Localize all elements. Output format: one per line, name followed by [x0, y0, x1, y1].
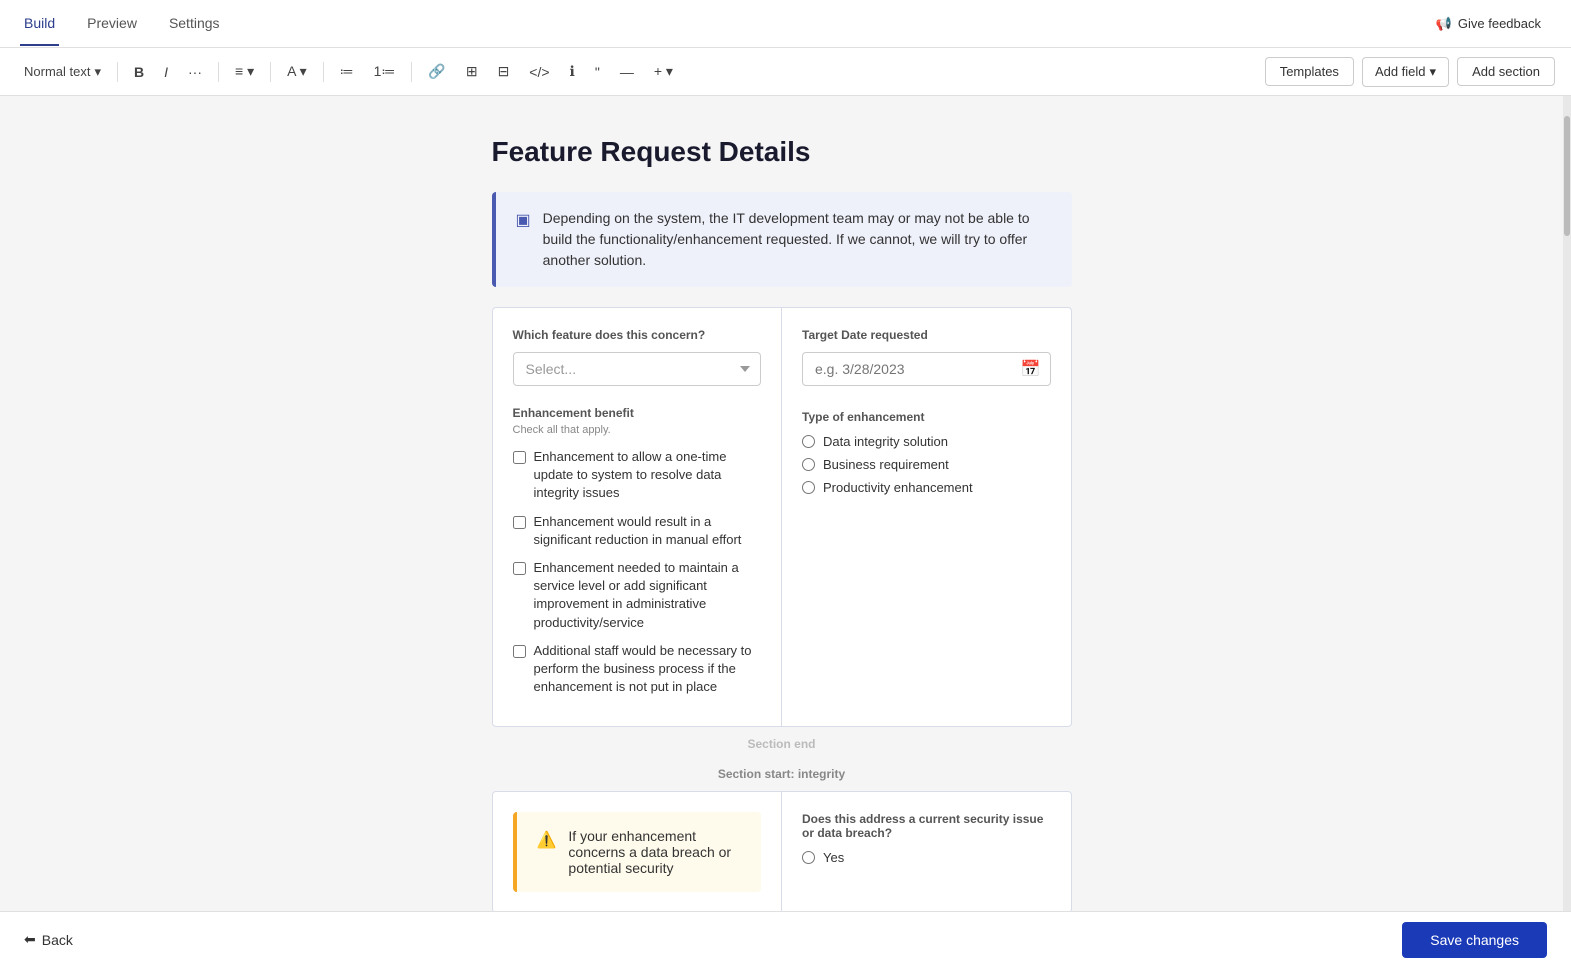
form-section: Which feature does this concern? Select.…	[492, 307, 1072, 727]
radio-item: Productivity enhancement	[802, 480, 1051, 495]
tab-build[interactable]: Build	[20, 2, 59, 46]
bullet-list-button[interactable]: ≔	[332, 58, 362, 85]
radio-yes-label[interactable]: Yes	[823, 850, 844, 865]
scroll-track[interactable]	[1563, 96, 1571, 911]
toolbar-right: Templates Add field ▾ Add section	[1265, 57, 1555, 87]
chevron-down-icon: ▾	[94, 64, 101, 80]
add-section-button[interactable]: Add section	[1457, 57, 1555, 86]
date-input[interactable]	[802, 352, 1051, 386]
text-style-dropdown[interactable]: Normal text ▾	[16, 59, 109, 85]
checkbox-label-2[interactable]: Enhancement would result in a significan…	[534, 513, 762, 549]
type-label: Type of enhancement	[802, 410, 1051, 424]
save-changes-button[interactable]: Save changes	[1402, 922, 1547, 958]
editor-area: Feature Request Details ▣ Depending on t…	[0, 96, 1563, 911]
toolbar-divider2	[218, 62, 219, 82]
checkbox-item: Enhancement needed to maintain a service…	[513, 559, 762, 632]
back-arrow-icon: ⬅	[24, 931, 36, 948]
add-field-button[interactable]: Add field ▾	[1362, 57, 1449, 87]
radio-yes: Yes	[802, 850, 1051, 865]
radio-label-3[interactable]: Productivity enhancement	[823, 480, 973, 495]
page-title: Feature Request Details	[492, 136, 1072, 168]
megaphone-icon: 📢	[1436, 16, 1452, 32]
tab-settings[interactable]: Settings	[165, 2, 224, 46]
checkbox-label-4[interactable]: Additional staff would be necessary to p…	[534, 642, 762, 697]
info-text: Depending on the system, the IT developm…	[543, 208, 1052, 271]
form-col2-left: ⚠️ If your enhancement concerns a data b…	[493, 792, 783, 911]
info-block-icon: ▣	[516, 210, 531, 230]
radio-business-req[interactable]	[802, 458, 815, 471]
radio-yes-input[interactable]	[802, 851, 815, 864]
text-color-button[interactable]: A ▾	[279, 58, 314, 85]
back-button[interactable]: ⬅ Back	[24, 931, 73, 948]
checkbox-item: Enhancement to allow a one-time update t…	[513, 448, 762, 503]
warning-block: ⚠️ If your enhancement concerns a data b…	[513, 812, 762, 892]
main-content: Feature Request Details ▣ Depending on t…	[0, 96, 1571, 911]
toolbar-divider5	[411, 62, 412, 82]
top-nav: Build Preview Settings 📢 Give feedback	[0, 0, 1571, 48]
templates-button[interactable]: Templates	[1265, 57, 1354, 86]
radio-productivity[interactable]	[802, 481, 815, 494]
feature-select[interactable]: Select...	[513, 352, 762, 386]
bottom-bar: ⬅ Back Save changes	[0, 911, 1571, 967]
form-section-2: ⚠️ If your enhancement concerns a data b…	[492, 791, 1072, 911]
checkbox-label-3[interactable]: Enhancement needed to maintain a service…	[534, 559, 762, 632]
checkbox-3[interactable]	[513, 562, 526, 575]
checkbox-2[interactable]	[513, 516, 526, 529]
align-button[interactable]: ≡ ▾	[227, 58, 262, 85]
type-section: Type of enhancement Data integrity solut…	[802, 410, 1051, 495]
radio-label-2[interactable]: Business requirement	[823, 457, 949, 472]
section-end-marker: Section end	[492, 731, 1072, 757]
radio-data-integrity[interactable]	[802, 435, 815, 448]
more-format-button[interactable]: ···	[180, 59, 210, 85]
link-button[interactable]: 🔗	[420, 58, 453, 85]
checkbox-4[interactable]	[513, 645, 526, 658]
toolbar-divider	[117, 62, 118, 82]
checkbox-1[interactable]	[513, 451, 526, 464]
toolbar-divider4	[323, 62, 324, 82]
bold-button[interactable]: B	[126, 59, 152, 85]
checkbox-item: Enhancement would result in a significan…	[513, 513, 762, 549]
checkbox-label-1[interactable]: Enhancement to allow a one-time update t…	[534, 448, 762, 503]
toolbar: Normal text ▾ B I ··· ≡ ▾ A ▾ ≔ 1≔ 🔗 ⊞ ⊟…	[0, 48, 1571, 96]
code-button[interactable]: </>	[521, 59, 557, 85]
table-button[interactable]: ⊞	[458, 58, 486, 85]
chevron-down-icon2: ▾	[1430, 64, 1437, 80]
quote-button[interactable]: "	[587, 59, 608, 85]
scroll-thumb[interactable]	[1564, 116, 1570, 236]
checkbox-item: Additional staff would be necessary to p…	[513, 642, 762, 697]
toolbar-divider3	[270, 62, 271, 82]
date-label: Target Date requested	[802, 328, 1051, 342]
form-col2-right: Does this address a current security iss…	[782, 792, 1071, 911]
benefit-label: Enhancement benefit	[513, 406, 762, 420]
date-input-wrap: 📅	[802, 352, 1051, 386]
toolbar-left: Normal text ▾ B I ··· ≡ ▾ A ▾ ≔ 1≔ 🔗 ⊞ ⊟…	[16, 58, 1261, 85]
editor-inner: Feature Request Details ▣ Depending on t…	[492, 136, 1072, 911]
divider-button[interactable]: —	[612, 59, 642, 85]
radio-item: Data integrity solution	[802, 434, 1051, 449]
section-start-marker: Section start: integrity	[492, 761, 1072, 787]
benefit-sublabel: Check all that apply.	[513, 424, 762, 436]
feature-label: Which feature does this concern?	[513, 328, 762, 342]
italic-button[interactable]: I	[156, 59, 176, 85]
info-block: ▣ Depending on the system, the IT develo…	[492, 192, 1072, 287]
nav-tabs: Build Preview Settings	[20, 2, 224, 46]
info-button[interactable]: ℹ	[562, 58, 583, 85]
tab-preview[interactable]: Preview	[83, 2, 141, 46]
warning-icon: ⚠️	[537, 830, 557, 850]
columns-button[interactable]: ⊟	[490, 58, 518, 85]
benefit-section: Enhancement benefit Check all that apply…	[513, 406, 762, 696]
radio-label-1[interactable]: Data integrity solution	[823, 434, 948, 449]
warning-text: If your enhancement concerns a data brea…	[568, 828, 741, 876]
insert-button[interactable]: + ▾	[646, 58, 681, 85]
radio-item: Business requirement	[802, 457, 1051, 472]
give-feedback-button[interactable]: 📢 Give feedback	[1426, 10, 1551, 38]
security-label: Does this address a current security iss…	[802, 812, 1051, 840]
form-col-right: Target Date requested 📅 Type of enhancem…	[782, 308, 1071, 726]
form-col-left: Which feature does this concern? Select.…	[493, 308, 783, 726]
ordered-list-button[interactable]: 1≔	[366, 58, 404, 85]
